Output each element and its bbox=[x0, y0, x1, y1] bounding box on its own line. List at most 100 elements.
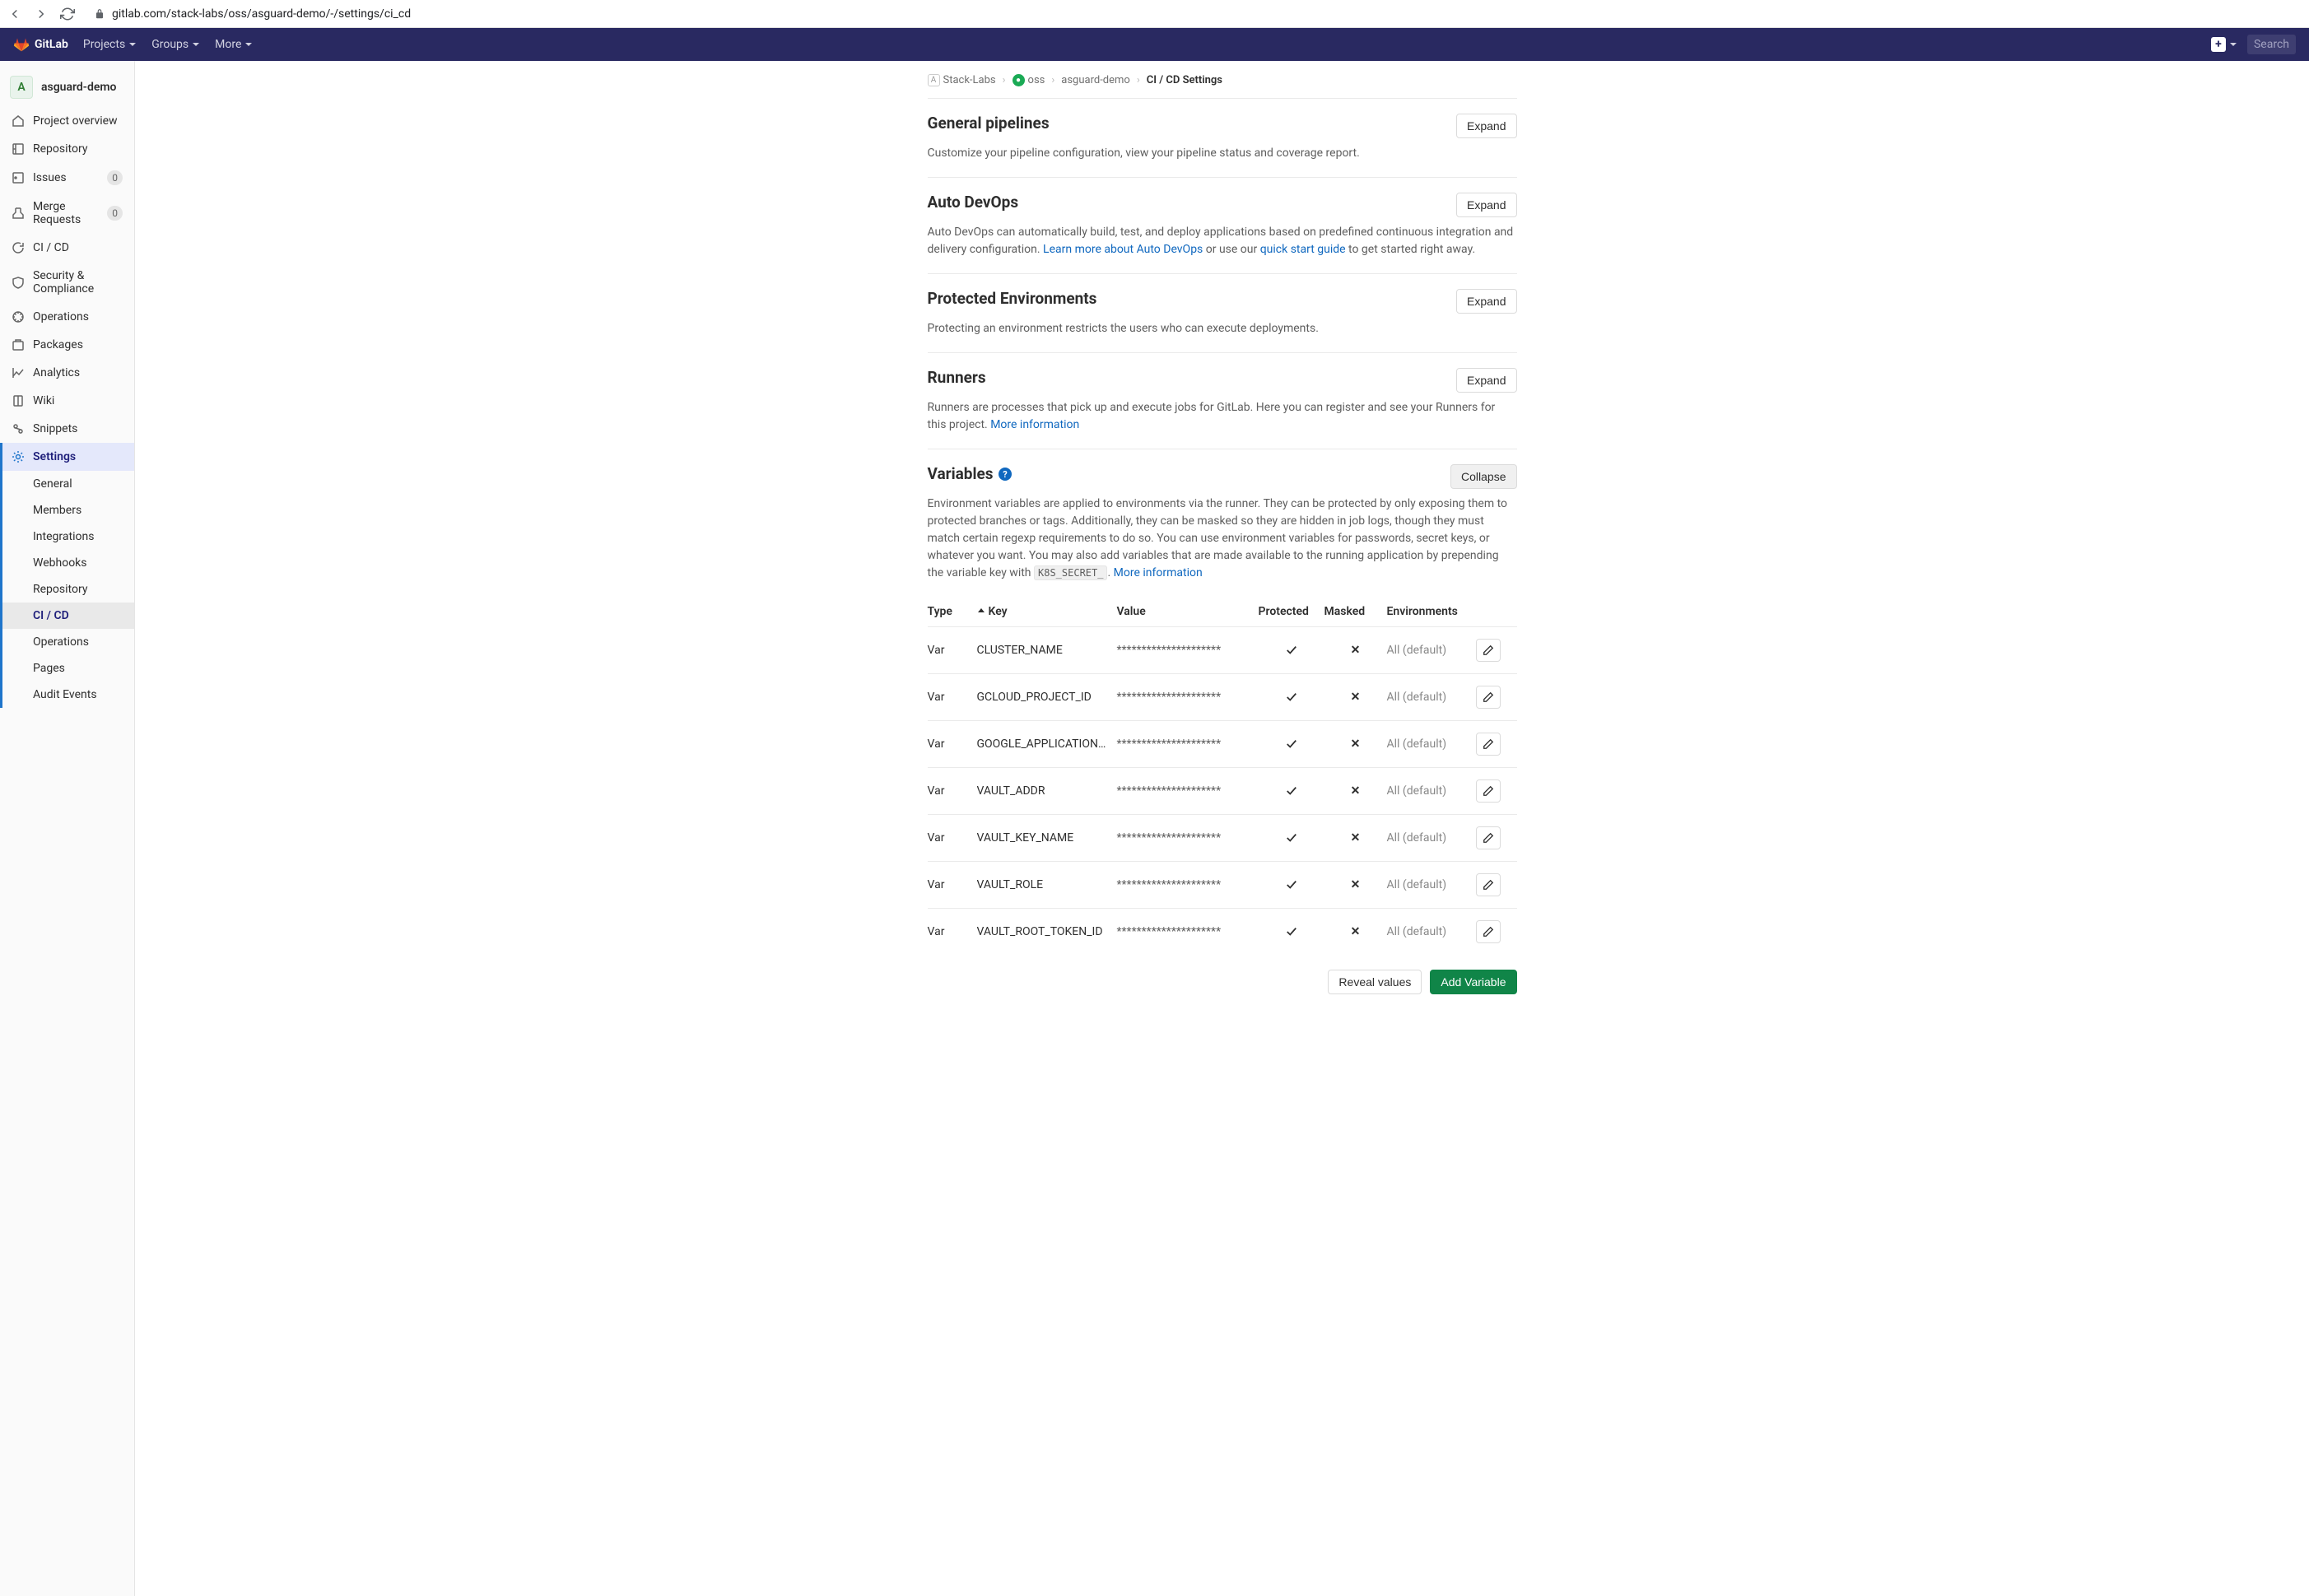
cell-key: GCLOUD_PROJECT_ID bbox=[977, 691, 1117, 704]
sidebar-item-label: Analytics bbox=[33, 366, 123, 379]
sidebar-icon bbox=[12, 171, 25, 184]
forward-icon[interactable] bbox=[33, 6, 49, 22]
project-tile[interactable]: A asguard-demo bbox=[0, 67, 134, 107]
back-icon[interactable] bbox=[7, 6, 23, 22]
sidebar-icon bbox=[12, 394, 25, 407]
sidebar-item-wiki[interactable]: Wiki bbox=[0, 387, 134, 415]
table-row: VarGCLOUD_PROJECT_ID********************… bbox=[928, 673, 1517, 720]
edit-variable-button[interactable] bbox=[1476, 826, 1501, 849]
settings-sub-ci-cd[interactable]: CI / CD bbox=[0, 603, 134, 629]
expand-button[interactable]: Expand bbox=[1456, 289, 1516, 314]
settings-sub-webhooks[interactable]: Webhooks bbox=[0, 550, 134, 576]
edit-variable-button[interactable] bbox=[1476, 733, 1501, 756]
cell-protected bbox=[1259, 785, 1324, 797]
edit-variable-button[interactable] bbox=[1476, 873, 1501, 896]
sidebar-item-analytics[interactable]: Analytics bbox=[0, 359, 134, 387]
edit-variable-button[interactable] bbox=[1476, 779, 1501, 803]
sidebar-item-issues[interactable]: Issues0 bbox=[0, 163, 134, 193]
expand-button[interactable]: Expand bbox=[1456, 114, 1516, 138]
section-title: Variables ? bbox=[928, 464, 1012, 483]
col-protected[interactable]: Protected bbox=[1259, 605, 1324, 618]
sidebar-item-snippets[interactable]: Snippets bbox=[0, 415, 134, 443]
more-info-link[interactable]: More information bbox=[1114, 566, 1203, 579]
cell-protected bbox=[1259, 644, 1324, 656]
browser-chrome: gitlab.com/stack-labs/oss/asguard-demo/-… bbox=[0, 0, 2309, 28]
table-row: VarCLUSTER_NAME*********************✕All… bbox=[928, 626, 1517, 673]
url-bar[interactable]: gitlab.com/stack-labs/oss/asguard-demo/-… bbox=[86, 4, 2302, 24]
sidebar-item-label: CI / CD bbox=[33, 241, 123, 254]
table-row: VarVAULT_ADDR*********************✕All (… bbox=[928, 767, 1517, 814]
settings-sub-integrations[interactable]: Integrations bbox=[0, 523, 134, 550]
settings-sub-operations[interactable]: Operations bbox=[0, 629, 134, 655]
sidebar-item-security-compliance[interactable]: Security & Compliance bbox=[0, 262, 134, 303]
cell-environments: All (default) bbox=[1387, 925, 1464, 938]
col-value[interactable]: Value bbox=[1117, 605, 1259, 618]
edit-variable-button[interactable] bbox=[1476, 639, 1501, 662]
collapse-button[interactable]: Collapse bbox=[1450, 464, 1516, 489]
secret-prefix-code: K8S_SECRET_ bbox=[1034, 565, 1107, 580]
expand-button[interactable]: Expand bbox=[1456, 368, 1516, 393]
more-info-link[interactable]: More information bbox=[990, 418, 1079, 431]
new-dropdown[interactable]: + bbox=[2211, 37, 2237, 52]
add-variable-button[interactable]: Add Variable bbox=[1430, 970, 1516, 994]
chevron-down-icon bbox=[2229, 40, 2237, 49]
col-type[interactable]: Type bbox=[928, 605, 977, 618]
col-environments[interactable]: Environments bbox=[1387, 605, 1464, 618]
section-desc: Auto DevOps can automatically build, tes… bbox=[928, 224, 1517, 258]
cell-value: ********************* bbox=[1117, 738, 1259, 751]
chevron-down-icon bbox=[192, 40, 200, 49]
sidebar-item-merge-requests[interactable]: Merge Requests0 bbox=[0, 193, 134, 234]
section-protected-env: Protected Environments Expand Protecting… bbox=[928, 274, 1517, 353]
settings-sub-audit-events[interactable]: Audit Events bbox=[0, 682, 134, 708]
expand-button[interactable]: Expand bbox=[1456, 193, 1516, 217]
sidebar-item-operations[interactable]: Operations bbox=[0, 303, 134, 331]
sidebar-item-label: Project overview bbox=[33, 114, 123, 128]
breadcrumb-subgroup[interactable]: ●oss bbox=[1013, 74, 1045, 86]
url-text: gitlab.com/stack-labs/oss/asguard-demo/-… bbox=[112, 7, 411, 21]
col-key[interactable]: Key bbox=[977, 605, 1117, 618]
sidebar-item-repository[interactable]: Repository bbox=[0, 135, 134, 163]
lock-icon bbox=[94, 8, 105, 20]
nav-groups[interactable]: Groups bbox=[151, 38, 200, 51]
settings-sub-general[interactable]: General bbox=[0, 471, 134, 497]
edit-variable-button[interactable] bbox=[1476, 920, 1501, 943]
cell-environments: All (default) bbox=[1387, 784, 1464, 798]
sidebar-item-label: Wiki bbox=[33, 394, 123, 407]
cell-masked: ✕ bbox=[1324, 691, 1387, 704]
gitlab-logo[interactable]: GitLab bbox=[13, 36, 68, 53]
help-icon[interactable]: ? bbox=[999, 468, 1012, 481]
cell-value: ********************* bbox=[1117, 784, 1259, 798]
cell-masked: ✕ bbox=[1324, 738, 1387, 751]
cell-type: Var bbox=[928, 925, 977, 938]
section-variables: Variables ? Collapse Environment variabl… bbox=[928, 449, 1517, 1009]
sidebar-item-label: Merge Requests bbox=[33, 200, 99, 226]
settings-sub-pages[interactable]: Pages bbox=[0, 655, 134, 682]
learn-more-link[interactable]: Learn more about Auto DevOps bbox=[1043, 243, 1203, 256]
sidebar-item-packages[interactable]: Packages bbox=[0, 331, 134, 359]
section-desc: Customize your pipeline configuration, v… bbox=[928, 145, 1517, 162]
search-input[interactable]: Search bbox=[2247, 35, 2296, 54]
settings-sub-members[interactable]: Members bbox=[0, 497, 134, 523]
edit-variable-button[interactable] bbox=[1476, 686, 1501, 709]
settings-sub-repository[interactable]: Repository bbox=[0, 576, 134, 603]
nav-more[interactable]: More bbox=[215, 38, 253, 51]
sidebar-icon bbox=[12, 366, 25, 379]
breadcrumb-project[interactable]: asguard-demo bbox=[1061, 74, 1130, 86]
main-content: AStack-Labs › ●oss › asguard-demo › CI /… bbox=[135, 61, 2309, 1596]
cell-masked: ✕ bbox=[1324, 784, 1387, 798]
section-title: Auto DevOps bbox=[928, 193, 1019, 212]
col-masked[interactable]: Masked bbox=[1324, 605, 1387, 618]
sidebar-item-label: Settings bbox=[33, 450, 123, 463]
nav-projects[interactable]: Projects bbox=[83, 38, 137, 51]
sidebar-item-settings[interactable]: Settings bbox=[0, 443, 134, 471]
sidebar-item-project-overview[interactable]: Project overview bbox=[0, 107, 134, 135]
breadcrumb-group[interactable]: AStack-Labs bbox=[928, 74, 996, 86]
cell-key: GOOGLE_APPLICATION_CRE… bbox=[977, 738, 1117, 751]
quick-start-link[interactable]: quick start guide bbox=[1260, 243, 1346, 256]
sidebar-item-ci-cd[interactable]: CI / CD bbox=[0, 234, 134, 262]
reload-icon[interactable] bbox=[59, 6, 76, 22]
sidebar-item-label: Packages bbox=[33, 338, 123, 351]
section-title: General pipelines bbox=[928, 114, 1050, 133]
sidebar-item-label: Operations bbox=[33, 310, 123, 323]
reveal-values-button[interactable]: Reveal values bbox=[1328, 970, 1422, 994]
